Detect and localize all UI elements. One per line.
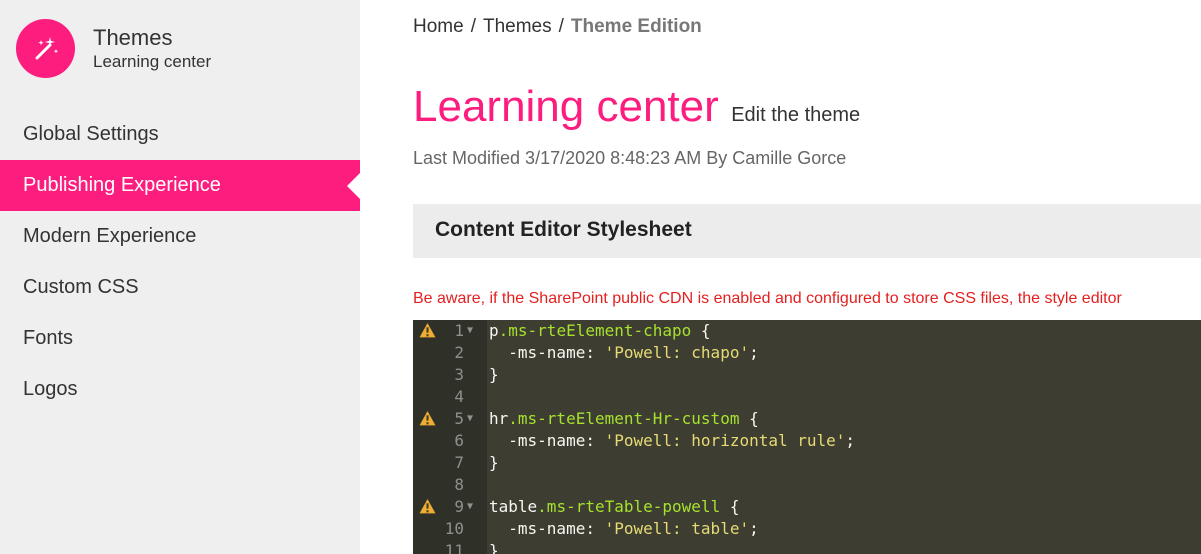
cdn-warning: Be aware, if the SharePoint public CDN i… bbox=[413, 290, 1122, 307]
line-number: 5 bbox=[454, 409, 464, 428]
sidebar-item-custom-css[interactable]: Custom CSS bbox=[0, 262, 360, 313]
code-line: 8 bbox=[413, 474, 1201, 496]
warning-icon[interactable] bbox=[419, 410, 436, 427]
code-text: -ms-name: 'Powell: table'; bbox=[489, 518, 759, 540]
css-string: 'Powell: horizontal rule' bbox=[604, 431, 846, 450]
sidebar: Themes Learning center Global Settings P… bbox=[0, 0, 360, 554]
line-number: 2 bbox=[454, 343, 464, 362]
warning-icon[interactable] bbox=[419, 322, 436, 339]
css-brace: { bbox=[691, 321, 711, 340]
code-line: 5 ▼ hr.ms-rteElement-Hr-custom { bbox=[413, 408, 1201, 430]
breadcrumb-home[interactable]: Home bbox=[413, 16, 464, 37]
page-title: Learning center bbox=[413, 82, 719, 131]
breadcrumb-separator: / bbox=[558, 16, 564, 37]
css-semicolon: ; bbox=[845, 431, 856, 450]
css-semicolon: ; bbox=[749, 519, 759, 538]
css-brace: { bbox=[739, 409, 759, 428]
css-property: -ms-name: bbox=[489, 519, 605, 538]
breadcrumb: Home / Themes / Theme Edition bbox=[413, 16, 702, 38]
breadcrumb-current: Theme Edition bbox=[570, 16, 702, 37]
title-row: Learning center Edit the theme bbox=[413, 82, 860, 132]
breadcrumb-separator: / bbox=[470, 16, 476, 37]
sidebar-nav: Global Settings Publishing Experience Mo… bbox=[0, 109, 360, 415]
line-number: 10 bbox=[444, 519, 464, 538]
editor-lines: 1 ▼ p.ms-rteElement-chapo {2 -ms-name: 'Po… bbox=[413, 320, 1201, 554]
magic-wand-icon bbox=[16, 19, 75, 78]
fold-toggle-icon[interactable]: ▼ bbox=[467, 408, 473, 430]
line-number: 4 bbox=[454, 387, 464, 406]
code-line: 11} bbox=[413, 540, 1201, 554]
css-property: -ms-name: bbox=[489, 431, 605, 450]
section-title: Content Editor Stylesheet bbox=[435, 218, 692, 241]
css-selector-tag: hr bbox=[489, 409, 509, 428]
code-line: 10 -ms-name: 'Powell: table'; bbox=[413, 518, 1201, 540]
code-text: -ms-name: 'Powell: chapo'; bbox=[489, 342, 759, 364]
code-line: 6 -ms-name: 'Powell: horizontal rule'; bbox=[413, 430, 1201, 452]
warning-icon[interactable] bbox=[419, 498, 436, 515]
code-line: 3} bbox=[413, 364, 1201, 386]
css-code-editor[interactable]: 1 ▼ p.ms-rteElement-chapo {2 -ms-name: 'Po… bbox=[413, 320, 1201, 554]
line-number: 11 bbox=[444, 541, 464, 554]
css-string: 'Powell: chapo' bbox=[604, 343, 750, 362]
fold-toggle-icon[interactable]: ▼ bbox=[467, 320, 473, 342]
brand: Themes Learning center bbox=[16, 19, 211, 78]
main-content: Home / Themes / Theme Edition Learning cente… bbox=[360, 0, 1201, 554]
line-number: 9 bbox=[454, 497, 464, 516]
brand-subtitle: Learning center bbox=[93, 51, 212, 71]
code-text: } bbox=[489, 541, 499, 554]
code-text: table.ms-rteTable-powell { bbox=[489, 496, 739, 518]
code-line: 4 bbox=[413, 386, 1201, 408]
code-text: hr.ms-rteElement-Hr-custom { bbox=[489, 408, 759, 430]
css-selector-class: .ms-rteElement-Hr-custom bbox=[508, 409, 740, 428]
code-line: 2 -ms-name: 'Powell: chapo'; bbox=[413, 342, 1201, 364]
line-number: 8 bbox=[454, 475, 464, 494]
css-semicolon: ; bbox=[749, 343, 759, 362]
breadcrumb-themes[interactable]: Themes bbox=[483, 16, 552, 37]
fold-toggle-icon[interactable]: ▼ bbox=[467, 496, 473, 518]
code-line: 9 ▼ table.ms-rteTable-powell { bbox=[413, 496, 1201, 518]
sidebar-item-publishing-experience[interactable]: Publishing Experience bbox=[0, 160, 360, 211]
last-modified: Last Modified 3/17/2020 8:48:23 AM By Ca… bbox=[413, 148, 847, 168]
sidebar-item-global-settings[interactable]: Global Settings bbox=[0, 109, 360, 160]
line-number: 3 bbox=[454, 365, 464, 384]
code-line: 7} bbox=[413, 452, 1201, 474]
css-string: 'Powell: table' bbox=[604, 519, 750, 538]
css-property: -ms-name: bbox=[489, 343, 605, 362]
css-brace: { bbox=[720, 497, 740, 516]
line-number: 1 bbox=[454, 321, 464, 340]
code-text: p.ms-rteElement-chapo { bbox=[489, 320, 711, 342]
brand-title: Themes bbox=[93, 24, 173, 50]
page-subtitle: Edit the theme bbox=[731, 104, 861, 126]
section-header: Content Editor Stylesheet bbox=[413, 204, 1201, 258]
line-number: 7 bbox=[454, 453, 464, 472]
sidebar-item-fonts[interactable]: Fonts bbox=[0, 313, 360, 364]
code-line: 1 ▼ p.ms-rteElement-chapo { bbox=[413, 320, 1201, 342]
css-selector-class: .ms-rteTable-powell bbox=[537, 497, 721, 516]
sidebar-item-modern-experience[interactable]: Modern Experience bbox=[0, 211, 360, 262]
css-selector-class: .ms-rteElement-chapo bbox=[498, 321, 692, 340]
code-text: } bbox=[489, 365, 499, 384]
code-text: } bbox=[489, 453, 499, 472]
sidebar-item-logos[interactable]: Logos bbox=[0, 364, 360, 415]
css-selector-tag: p bbox=[489, 321, 499, 340]
line-number: 6 bbox=[454, 431, 464, 450]
code-text: -ms-name: 'Powell: horizontal rule'; bbox=[489, 430, 855, 452]
css-selector-tag: table bbox=[489, 497, 538, 516]
